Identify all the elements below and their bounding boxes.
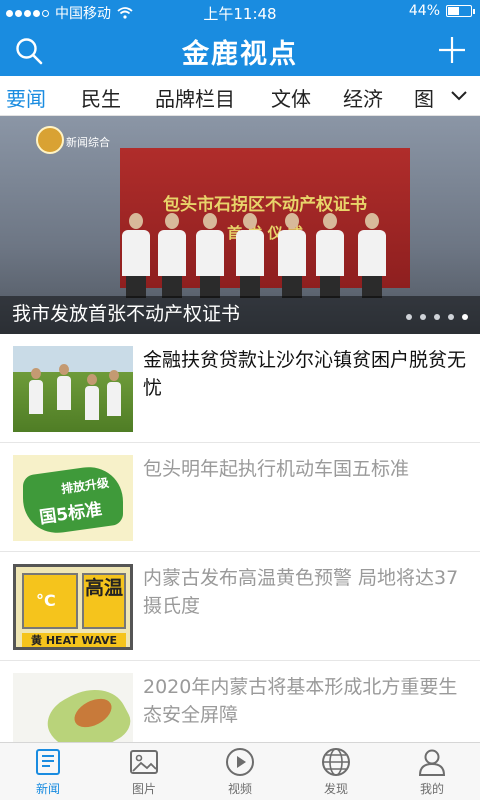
pager-dot — [462, 314, 468, 320]
channel-logo — [36, 126, 64, 154]
tab-pictures[interactable]: 图 — [414, 83, 434, 112]
tabs-expand-button[interactable] — [438, 76, 480, 115]
person-figure — [316, 213, 344, 298]
person-figure — [158, 213, 186, 298]
tab-brand-columns[interactable]: 品牌栏目 — [155, 83, 235, 112]
category-tabs: 要闻 民生 品牌栏目 文体 经济 图 — [0, 76, 480, 116]
bottom-tab-label: 图片 — [131, 782, 156, 796]
battery-percent: 44% — [408, 3, 440, 19]
tab-culture-sports[interactable]: 文体 — [271, 83, 311, 112]
thumbnail-text: 高温 — [82, 573, 126, 629]
pager-dot — [434, 314, 440, 320]
bottom-tab-news[interactable]: 新闻 — [0, 746, 96, 797]
thumbnail-text: HEAT WAVE — [45, 634, 117, 647]
tab-economy[interactable]: 经济 — [343, 83, 383, 112]
news-thumbnail: 排放升级 国5标准 — [13, 455, 133, 541]
news-item[interactable]: 金融扶贫贷款让沙尔沁镇贫困户脱贫无忧 — [0, 334, 480, 443]
status-bar: 中国移动 上午11:48 44% — [0, 0, 480, 24]
globe-icon — [322, 748, 350, 776]
user-icon — [418, 749, 446, 776]
news-thumbnail — [13, 346, 133, 432]
bottom-tab-me[interactable]: 我的 — [384, 746, 480, 797]
bottom-tab-label: 我的 — [419, 782, 444, 796]
person-figure — [236, 213, 264, 298]
news-icon — [36, 749, 60, 775]
plus-icon[interactable] — [436, 34, 468, 66]
carousel-pager — [406, 314, 468, 320]
thumbnail-text: °C — [36, 591, 56, 610]
pager-dot — [420, 314, 426, 320]
top-bar: 中国移动 上午11:48 44% 金鹿视点 — [0, 0, 480, 76]
nav-bar: 金鹿视点 — [0, 24, 480, 76]
bottom-tab-label: 新闻 — [35, 782, 60, 796]
tab-headlines[interactable]: 要闻 — [6, 83, 46, 112]
video-play-icon — [226, 748, 254, 776]
person-figure — [358, 213, 386, 298]
chevron-down-icon — [451, 91, 467, 101]
news-item[interactable]: 排放升级 国5标准 包头明年起执行机动车国五标准 — [0, 443, 480, 552]
news-title: 内蒙古发布高温黄色预警 局地将达37摄氏度 — [143, 567, 459, 617]
app-title: 金鹿视点 — [182, 39, 298, 70]
bottom-tab-bar: 新闻 图片 视频 发现 我的 — [0, 742, 480, 800]
tab-livelihood[interactable]: 民生 — [81, 83, 121, 112]
bottom-tab-label: 发现 — [323, 782, 348, 796]
person-figure — [278, 213, 306, 298]
news-item[interactable]: °C 高温 黄 HEAT WAVE 内蒙古发布高温黄色预警 局地将达37摄氏度 — [0, 552, 480, 661]
hero-carousel[interactable]: 包头市石拐区不动产权证书 首 发 仪 式 新闻综合 我市发放首张不动产权证书 — [0, 116, 480, 334]
person-figure — [196, 213, 224, 298]
news-title: 包头明年起执行机动车国五标准 — [143, 458, 410, 480]
news-list: 金融扶贫贷款让沙尔沁镇贫困户脱贫无忧 排放升级 国5标准 包头明年起执行机动车国… — [0, 334, 480, 770]
banner-text-line1: 包头市石拐区不动产权证书 — [163, 195, 367, 215]
bottom-tab-video[interactable]: 视频 — [192, 746, 288, 797]
pager-dot — [406, 314, 412, 320]
person-figure — [122, 213, 150, 298]
battery-icon — [446, 5, 475, 17]
image-icon — [130, 750, 158, 774]
thumbnail-text: 黄 — [31, 634, 42, 647]
bottom-tab-label: 视频 — [227, 782, 252, 796]
bottom-tab-pictures[interactable]: 图片 — [96, 746, 192, 797]
news-thumbnail: °C 高温 黄 HEAT WAVE — [13, 564, 133, 650]
channel-logo-text: 新闻综合 — [66, 136, 110, 149]
pager-dot — [448, 314, 454, 320]
hero-caption[interactable]: 我市发放首张不动产权证书 — [12, 299, 240, 326]
news-title: 2020年内蒙古将基本形成北方重要生态安全屏障 — [143, 676, 458, 726]
bottom-tab-discover[interactable]: 发现 — [288, 746, 384, 797]
news-title: 金融扶贫贷款让沙尔沁镇贫困户脱贫无忧 — [143, 349, 467, 399]
